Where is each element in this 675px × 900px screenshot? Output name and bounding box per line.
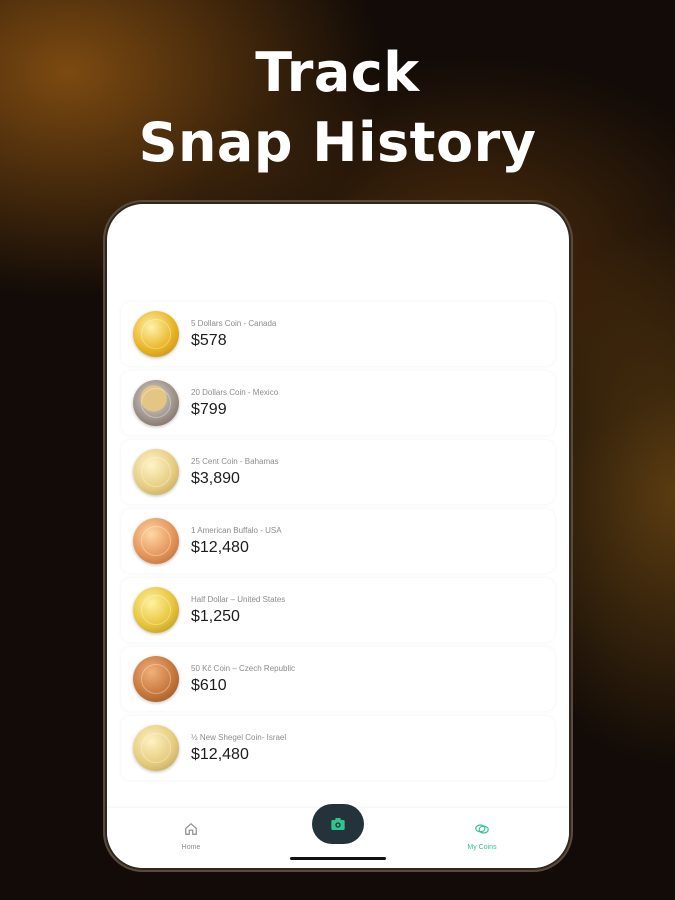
coin-name: ½ New Shegel Coin- Israel <box>191 732 287 742</box>
coin-card[interactable]: 5 Dollars Coin - Canada $578 <box>121 302 555 366</box>
nav-my-coins[interactable]: My Coins <box>442 822 522 851</box>
nav-home-label: Home <box>181 844 201 851</box>
coin-price: $1,250 <box>191 607 240 625</box>
headline: Track Snap History <box>0 38 675 178</box>
coin-price: $610 <box>191 676 227 694</box>
coin-image <box>133 587 179 633</box>
home-icon <box>185 822 197 835</box>
coin-name: Half Dollar – United States <box>191 594 286 604</box>
coin-price: $578 <box>191 331 227 349</box>
coin-name: 25 Cent Coin - Bahamas <box>191 456 279 466</box>
coin-name: 1 American Buffalo - USA <box>191 525 282 535</box>
app-screen: 5 Dollars Coin - Canada $578 20 Dollars … <box>107 204 569 868</box>
home-indicator <box>290 857 386 860</box>
coin-price: $799 <box>191 400 227 418</box>
coin-name: 5 Dollars Coin - Canada <box>191 318 277 328</box>
coin-image <box>133 380 179 426</box>
coin-image <box>133 725 179 771</box>
coin-image <box>133 656 179 702</box>
coin-card[interactable]: 20 Dollars Coin - Mexico $799 <box>121 371 555 435</box>
camera-icon <box>331 818 345 830</box>
coin-price: $12,480 <box>191 538 249 556</box>
nav-home[interactable]: Home <box>151 822 231 851</box>
coin-card[interactable]: 50 Kč Coin – Czech Republic $610 <box>121 647 555 711</box>
nav-my-coins-label: My Coins <box>467 844 497 851</box>
coin-image <box>133 449 179 495</box>
bottom-nav: Home My Coins <box>107 804 569 868</box>
coin-card[interactable]: ½ New Shegel Coin- Israel $12,480 <box>121 716 555 780</box>
coin-card[interactable]: Half Dollar – United States $1,250 <box>121 578 555 642</box>
coin-card[interactable]: 25 Cent Coin - Bahamas $3,890 <box>121 440 555 504</box>
camera-button[interactable] <box>312 804 364 844</box>
coin-price: $12,480 <box>191 745 249 763</box>
headline-line-2: Snap History <box>138 111 537 174</box>
device-frame: 5 Dollars Coin - Canada $578 20 Dollars … <box>103 200 573 872</box>
coin-price: $3,890 <box>191 469 240 487</box>
coins-icon <box>475 824 489 834</box>
coin-image <box>133 518 179 564</box>
coin-list: 5 Dollars Coin - Canada $578 20 Dollars … <box>121 302 555 785</box>
coin-image <box>133 311 179 357</box>
coin-name: 20 Dollars Coin - Mexico <box>191 387 279 397</box>
coin-card[interactable]: 1 American Buffalo - USA $12,480 <box>121 509 555 573</box>
headline-line-1: Track <box>255 41 420 104</box>
coin-name: 50 Kč Coin – Czech Republic <box>191 663 296 673</box>
